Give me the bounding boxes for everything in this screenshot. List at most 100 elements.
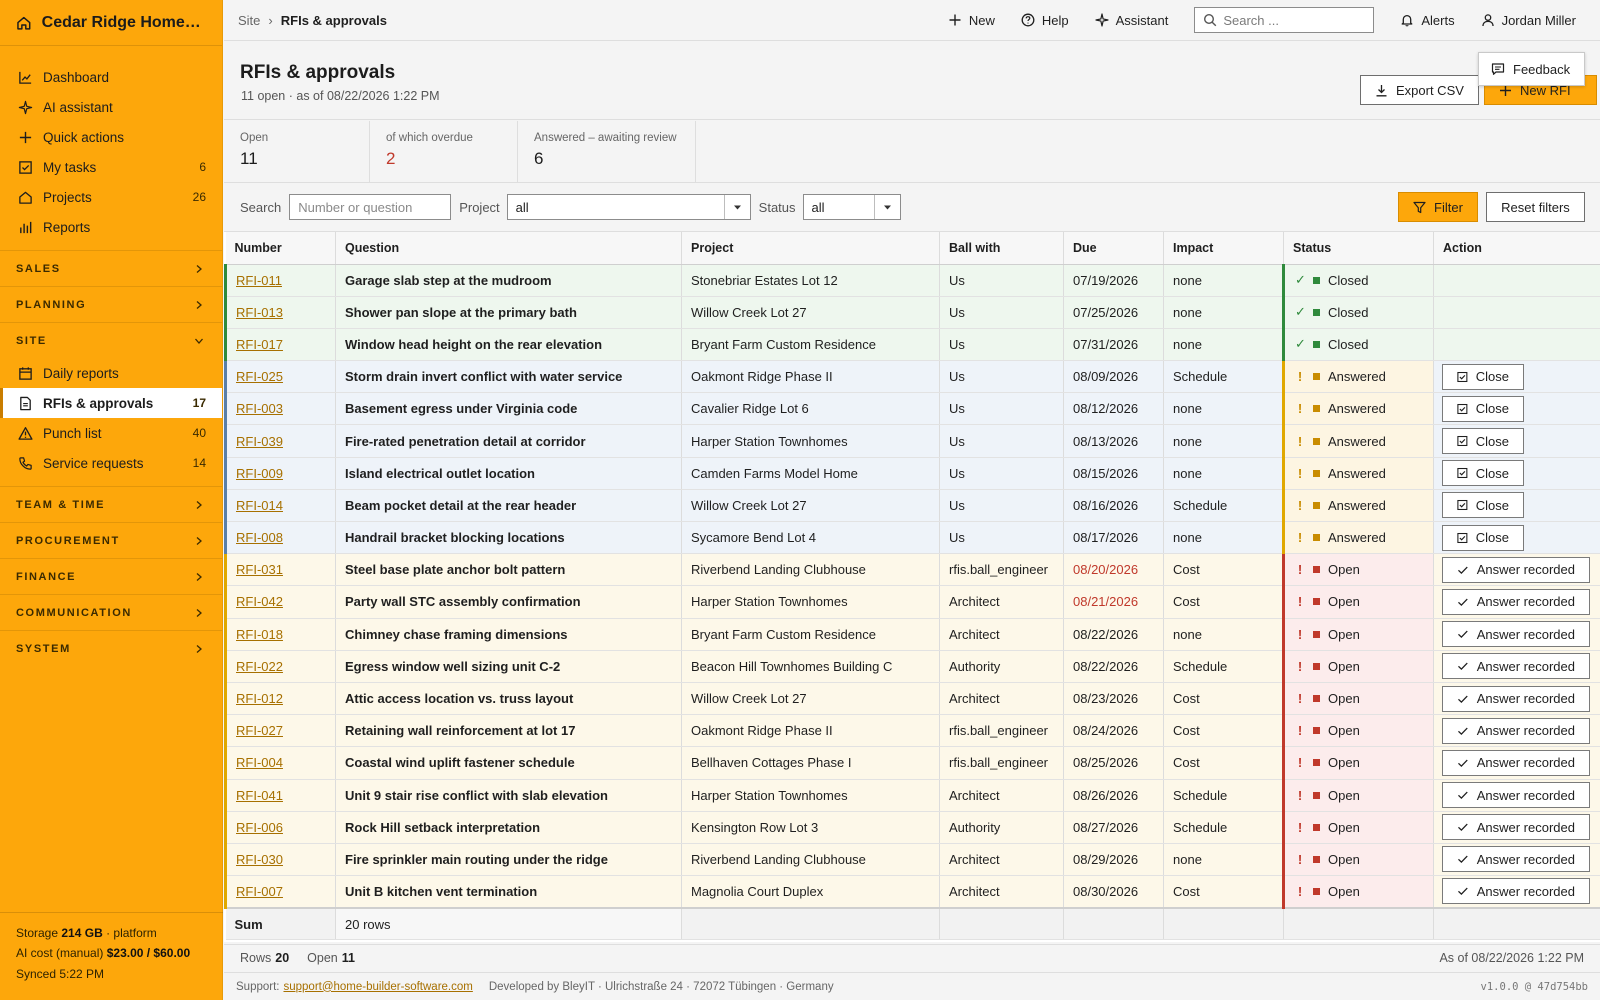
- column-header[interactable]: Due: [1063, 232, 1164, 265]
- nav-dashboard[interactable]: Dashboard: [0, 62, 222, 92]
- section-planning[interactable]: PLANNING: [0, 286, 222, 322]
- table-row[interactable]: RFI-041 Unit 9 stair rise conflict with s…: [224, 779, 1600, 812]
- answer-recorded-button[interactable]: Answer recorded: [1442, 653, 1590, 680]
- user-menu[interactable]: Jordan Miller: [1481, 13, 1576, 28]
- nav-punch-list[interactable]: Punch list 40: [0, 418, 222, 448]
- table-row[interactable]: RFI-031 Steel base plate anchor bolt patt…: [224, 553, 1600, 587]
- column-header[interactable]: Ball with: [939, 232, 1064, 265]
- column-header[interactable]: Action: [1433, 232, 1600, 265]
- table-row[interactable]: RFI-013 Shower pan slope at the primary b…: [224, 296, 1600, 329]
- nav-ai-assistant[interactable]: AI assistant: [0, 92, 222, 122]
- nav-service-requests[interactable]: Service requests 14: [0, 448, 222, 478]
- section-team-time[interactable]: TEAM & TIME: [0, 486, 222, 522]
- answer-recorded-button[interactable]: Answer recorded: [1442, 846, 1590, 873]
- table-row[interactable]: RFI-030 Fire sprinkler main routing under…: [224, 843, 1600, 877]
- check-icon: [1458, 823, 1468, 832]
- rfi-number-link[interactable]: RFI-018: [236, 627, 283, 642]
- nav-daily-reports[interactable]: Daily reports: [0, 358, 222, 388]
- answer-recorded-button[interactable]: Answer recorded: [1442, 621, 1590, 648]
- rfi-number-link[interactable]: RFI-012: [236, 691, 283, 706]
- rfi-search-input[interactable]: Number or question: [289, 194, 452, 220]
- rfi-number-link[interactable]: RFI-014: [236, 498, 283, 513]
- nav-quick-actions[interactable]: Quick actions: [0, 122, 222, 152]
- answer-recorded-button[interactable]: Answer recorded: [1442, 717, 1590, 744]
- rfi-number-link[interactable]: RFI-011: [236, 273, 282, 288]
- rfi-number-link[interactable]: RFI-004: [236, 755, 283, 770]
- rfi-number-link[interactable]: RFI-022: [236, 659, 283, 674]
- close-rfi-button[interactable]: Close: [1442, 363, 1524, 390]
- global-search-input[interactable]: Search ...: [1194, 7, 1375, 33]
- table-row[interactable]: RFI-008 Handrail bracket blocking locatio…: [224, 521, 1600, 555]
- section-finance[interactable]: FINANCE: [0, 558, 222, 594]
- new-button[interactable]: New: [948, 13, 995, 28]
- table-row[interactable]: RFI-006 Rock Hill setback interpretation K…: [224, 811, 1600, 844]
- answer-recorded-button[interactable]: Answer recorded: [1442, 556, 1590, 583]
- rfi-number-link[interactable]: RFI-009: [236, 466, 283, 481]
- column-header[interactable]: Impact: [1163, 232, 1284, 265]
- table-row[interactable]: RFI-025 Storm drain invert conflict with …: [224, 360, 1600, 394]
- rfi-number-link[interactable]: RFI-008: [236, 530, 283, 545]
- column-header[interactable]: Question: [335, 232, 682, 265]
- rfi-number-link[interactable]: RFI-013: [236, 305, 283, 320]
- help-button[interactable]: Help: [1021, 13, 1069, 28]
- nav-projects[interactable]: Projects 26: [0, 182, 222, 212]
- table-row[interactable]: RFI-039 Fire-rated penetration detail at …: [224, 424, 1600, 458]
- reset-filters-button[interactable]: Reset filters: [1486, 192, 1585, 222]
- status-select[interactable]: all: [802, 194, 901, 220]
- brand[interactable]: Cedar Ridge Homes LLC: [0, 0, 222, 46]
- column-header[interactable]: Number: [225, 232, 336, 265]
- answer-recorded-button[interactable]: Answer recorded: [1442, 782, 1590, 809]
- close-rfi-button[interactable]: Close: [1442, 395, 1524, 422]
- filter-button[interactable]: Filter: [1398, 192, 1478, 222]
- table-row[interactable]: RFI-009 Island electrical outlet location…: [224, 457, 1600, 490]
- rfi-number-link[interactable]: RFI-027: [236, 723, 283, 738]
- rfi-number-link[interactable]: RFI-042: [236, 594, 283, 609]
- column-header[interactable]: Project: [681, 232, 940, 265]
- table-row[interactable]: RFI-017 Window head height on the rear el…: [224, 328, 1600, 362]
- close-rfi-button[interactable]: Close: [1442, 460, 1524, 487]
- answer-recorded-button[interactable]: Answer recorded: [1442, 685, 1590, 712]
- rfi-number-link[interactable]: RFI-007: [236, 884, 283, 899]
- table-row[interactable]: RFI-011 Garage slab step at the mudroom St…: [224, 264, 1600, 297]
- alerts-button[interactable]: Alerts: [1400, 13, 1455, 28]
- answer-recorded-button[interactable]: Answer recorded: [1442, 878, 1590, 905]
- feedback-button[interactable]: Feedback: [1478, 52, 1586, 86]
- section-procurement[interactable]: PROCUREMENT: [0, 522, 222, 558]
- rfi-number-link[interactable]: RFI-003: [236, 401, 283, 416]
- close-rfi-button[interactable]: Close: [1442, 492, 1524, 519]
- answer-recorded-button[interactable]: Answer recorded: [1442, 588, 1590, 615]
- export-csv-button[interactable]: Export CSV: [1360, 75, 1479, 105]
- section-system[interactable]: SYSTEM: [0, 630, 222, 666]
- nav-rfis-approvals[interactable]: RFIs & approvals 17: [0, 388, 222, 418]
- table-row[interactable]: RFI-003 Basement egress under Virginia co…: [224, 392, 1600, 426]
- table-row[interactable]: RFI-018 Chimney chase framing dimensions B…: [224, 618, 1600, 651]
- rfi-number-link[interactable]: RFI-025: [236, 369, 283, 384]
- answer-recorded-button[interactable]: Answer recorded: [1442, 814, 1590, 841]
- table-row[interactable]: RFI-042 Party wall STC assembly confirmat…: [224, 585, 1600, 619]
- table-row[interactable]: RFI-012 Attic access location vs. truss l…: [224, 682, 1600, 716]
- rfi-number-link[interactable]: RFI-030: [236, 852, 283, 867]
- rfi-number-link[interactable]: RFI-006: [236, 820, 283, 835]
- close-rfi-button[interactable]: Close: [1442, 524, 1524, 551]
- nav-reports[interactable]: Reports: [0, 212, 222, 242]
- breadcrumb-root[interactable]: Site: [238, 13, 260, 28]
- section-sales[interactable]: SALES: [0, 250, 222, 286]
- assistant-button[interactable]: Assistant: [1094, 13, 1168, 28]
- rfi-number-link[interactable]: RFI-031: [236, 562, 283, 577]
- table-row[interactable]: RFI-027 Retaining wall reinforcement at l…: [224, 714, 1600, 748]
- table-row[interactable]: RFI-004 Coastal wind uplift fastener sche…: [224, 746, 1600, 780]
- table-row[interactable]: RFI-014 Beam pocket detail at the rear he…: [224, 489, 1600, 523]
- nav-my-tasks[interactable]: My tasks 6: [0, 152, 222, 182]
- project-select[interactable]: all: [506, 194, 751, 220]
- support-email-link[interactable]: support@home-builder-software.com: [283, 981, 472, 993]
- close-rfi-button[interactable]: Close: [1442, 428, 1524, 455]
- table-row[interactable]: RFI-007 Unit B kitchen vent termination Ma…: [224, 875, 1600, 909]
- table-row[interactable]: RFI-022 Egress window well sizing unit C-…: [224, 650, 1600, 683]
- rfi-number-link[interactable]: RFI-017: [236, 337, 283, 352]
- section-site[interactable]: SITE: [0, 322, 222, 358]
- column-header[interactable]: Status: [1283, 232, 1434, 265]
- rfi-number-link[interactable]: RFI-041: [236, 788, 283, 803]
- answer-recorded-button[interactable]: Answer recorded: [1442, 749, 1590, 776]
- rfi-number-link[interactable]: RFI-039: [236, 434, 283, 449]
- section-communication[interactable]: COMMUNICATION: [0, 594, 222, 630]
